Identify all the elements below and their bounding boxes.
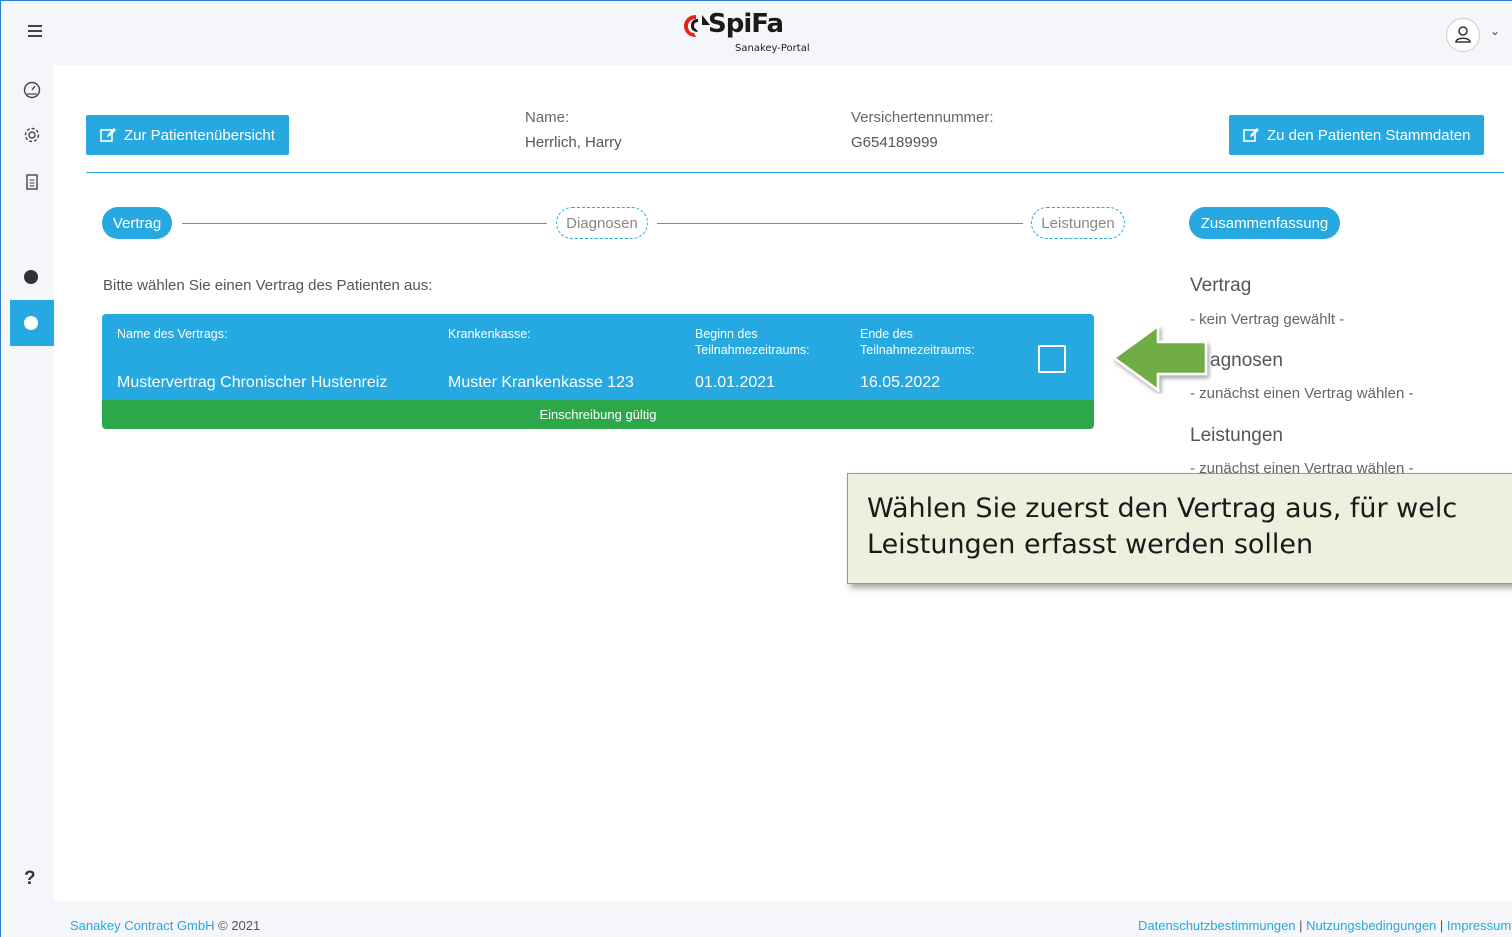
step-vertrag[interactable]: Vertrag <box>102 207 172 239</box>
patient-name: Herrlich, Harry <box>525 134 622 151</box>
contract-checkbox[interactable] <box>1038 345 1066 373</box>
instruction-text: Bitte wählen Sie einen Vertrag des Patie… <box>103 277 433 294</box>
logo: SpiFa Sanakey-Portal <box>678 7 828 59</box>
callout-line-1: Wählen Sie zuerst den Vertrag aus, für w… <box>867 493 1458 524</box>
chevron-down-icon[interactable]: ⌄ <box>1490 24 1500 38</box>
step-connector <box>182 223 547 224</box>
gauge-icon[interactable] <box>22 80 42 100</box>
summary-contract-heading: Vertrag <box>1190 275 1252 296</box>
question-icon[interactable]: ? <box>24 868 36 890</box>
master-data-button[interactable]: Zu den Patienten Stammdaten <box>1229 115 1485 155</box>
summary-services-heading: Leistungen <box>1190 425 1283 446</box>
sidebar-item-active[interactable] <box>10 300 54 346</box>
arrow-left-icon <box>1112 323 1208 393</box>
copyright: © 2021 <box>218 918 261 933</box>
privacy-link[interactable]: Datenschutzbestimmungen <box>1138 918 1296 933</box>
top-bar: SpiFa Sanakey-Portal ⌄ <box>10 1 1512 65</box>
summary-contract-text: - kein Vertrag gewählt - <box>1190 311 1345 328</box>
insurer-name: Muster Krankenkasse 123 <box>448 374 634 391</box>
contract-name-header: Name des Vertrags: <box>117 327 228 341</box>
summary-diagnoses-heading: agnosen <box>1210 350 1283 371</box>
gear-icon[interactable] <box>22 125 42 145</box>
annotation-callout: Wählen Sie zuerst den Vertrag aus, für w… <box>847 473 1512 584</box>
company-link[interactable]: Sanakey Contract GmbH <box>70 918 215 933</box>
end-date-header: Ende des Teilnahmezeitraums: <box>860 327 975 357</box>
step-zusammenfassung[interactable]: Zusammenfassung <box>1189 207 1340 239</box>
insurance-number: G654189999 <box>851 134 938 151</box>
step-diagnosen[interactable]: Diagnosen <box>556 207 648 239</box>
name-label: Name: <box>525 109 570 126</box>
edit-icon <box>1243 128 1259 142</box>
enrollment-status: Einschreibung gültig <box>102 400 1094 429</box>
contract-card[interactable]: Name des Vertrags: Krankenkasse: Beginn … <box>102 314 1094 429</box>
document-icon[interactable] <box>22 172 42 192</box>
patient-overview-label: Zur Patientenübersicht <box>124 126 275 144</box>
sidebar: ? <box>10 65 54 932</box>
logo-text: SpiFa <box>708 9 784 39</box>
master-data-label: Zu den Patienten Stammdaten <box>1267 126 1471 144</box>
hamburger-icon[interactable] <box>28 25 42 37</box>
contract-card-body: Name des Vertrags: Krankenkasse: Beginn … <box>102 314 1094 400</box>
sidebar-item-dot-active <box>24 316 38 330</box>
patient-overview-button[interactable]: Zur Patientenübersicht <box>86 115 289 155</box>
logo-subtext: Sanakey-Portal <box>735 43 810 54</box>
insurer-header: Krankenkasse: <box>448 327 531 341</box>
footer-links: Datenschutzbestimmungen | Nutzungsbeding… <box>1138 918 1511 933</box>
terms-link[interactable]: Nutzungsbedingungen <box>1306 918 1436 933</box>
sidebar-item-dot[interactable] <box>24 270 38 284</box>
imprint-link[interactable]: Impressum <box>1447 918 1511 933</box>
edit-icon <box>100 128 116 142</box>
header-divider <box>86 172 1504 173</box>
summary-diagnoses-text: - zunächst einen Vertrag wählen - <box>1190 385 1414 402</box>
footer: Sanakey Contract GmbH © 2021 Datenschutz… <box>10 901 1512 937</box>
step-leistungen[interactable]: Leistungen <box>1031 207 1125 239</box>
step-connector <box>657 223 1023 224</box>
footer-company-block: Sanakey Contract GmbH © 2021 <box>70 918 260 933</box>
user-menu-button[interactable] <box>1446 18 1480 52</box>
insurance-number-label: Versichertennummer: <box>851 109 994 126</box>
contract-name: Mustervertrag Chronischer Hustenreiz <box>117 374 388 391</box>
footer-separator: | <box>1299 918 1303 933</box>
start-date-header: Beginn des Teilnahmezeitraums: <box>695 327 810 357</box>
footer-separator: | <box>1439 918 1444 933</box>
end-date: 16.05.2022 <box>860 374 941 391</box>
user-icon <box>1455 26 1471 43</box>
callout-line-2: Leistungen erfasst werden sollen <box>867 529 1314 560</box>
start-date: 01.01.2021 <box>695 374 776 391</box>
